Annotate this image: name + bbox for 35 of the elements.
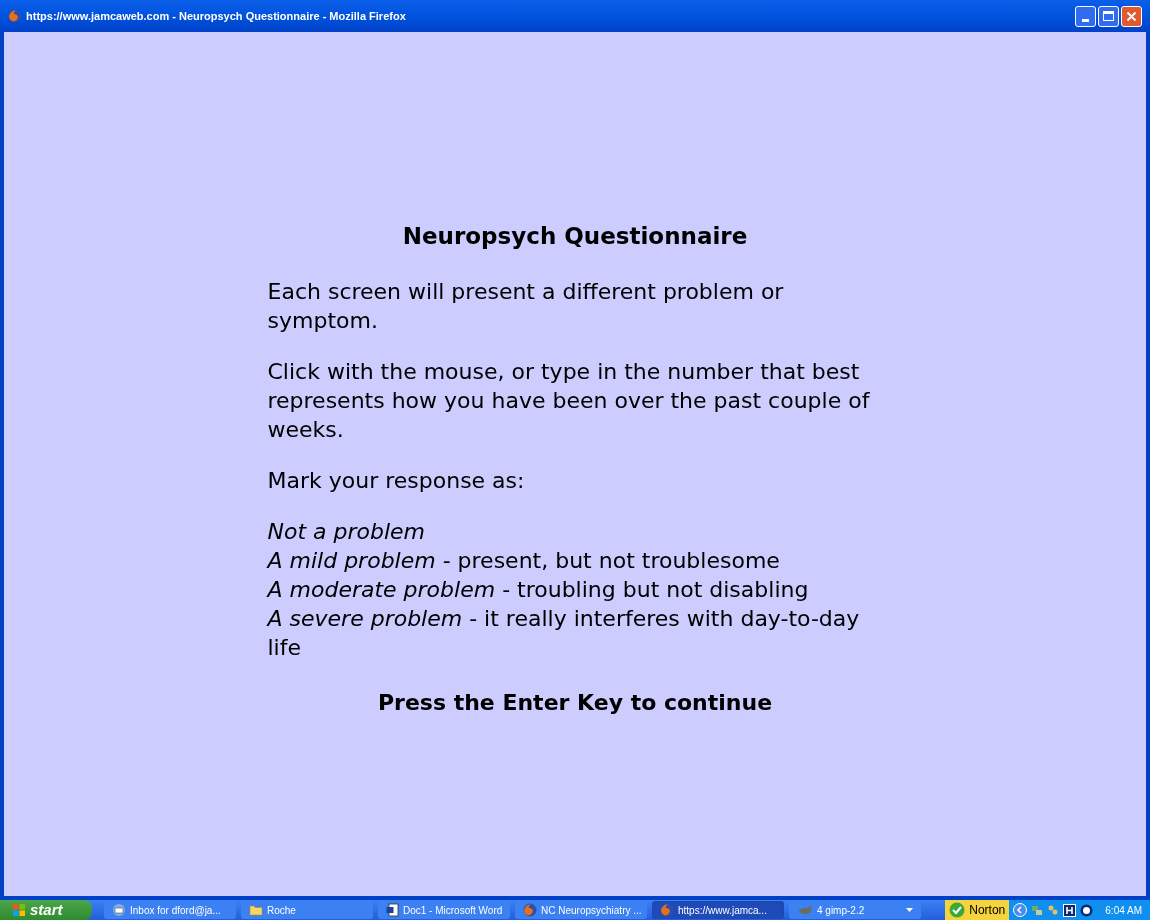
taskbar-button[interactable]: NC Neuropsychiatry ... (515, 901, 647, 919)
instruction-paragraph: Mark your response as: (267, 467, 526, 495)
page-heading: Neuropsych Questionnaire (401, 222, 749, 251)
fox-globe-icon (523, 903, 537, 917)
instruction-paragraph: Each screen will present a different problem or symptom. (267, 278, 785, 335)
close-button[interactable] (1121, 5, 1142, 27)
taskbar-button[interactable]: Roche (241, 901, 373, 919)
document-icon (386, 903, 399, 917)
taskbar-button[interactable]: https://www.jamca... (652, 901, 784, 919)
close-icon (1126, 10, 1137, 22)
fox-globe-icon (8, 9, 22, 23)
response-option: A mild problem - present, but not troublesome (267, 546, 883, 575)
maximize-button[interactable] (1098, 5, 1119, 27)
continue-prompt: Press the Enter Key to continue (376, 689, 774, 717)
circle-icon[interactable] (1080, 903, 1094, 917)
response-option: A severe problem - it really interferes with day-to-day life (267, 604, 883, 662)
taskbar-button[interactable]: 4 gimp-2.2 (789, 901, 921, 919)
start-button[interactable]: start (0, 900, 92, 920)
animal-icon (797, 905, 813, 915)
folder-icon (249, 904, 263, 916)
instruction-paragraph: Click with the mouse, or type in the number that best represents how you have been over the past couple of weeks. (267, 358, 871, 444)
taskbar-button[interactable]: Doc1 - Microsoft Word (378, 901, 510, 919)
norton-badge[interactable]: Norton (945, 900, 1010, 920)
response-option: Not a problem (267, 517, 883, 546)
window-title: https://www.jamcaweb.com - Neuropsych Questionnaire - Mozilla Firefox (26, 8, 406, 24)
clock: 6:04 AM (1105, 903, 1142, 918)
h-square-icon[interactable] (1063, 903, 1077, 917)
taskbar-button[interactable]: Inbox for dford@ja... (104, 901, 236, 919)
envelope-icon (112, 903, 126, 917)
minimize-button[interactable] (1075, 5, 1096, 27)
windows-logo-icon (12, 903, 26, 917)
checkmark-icon (949, 902, 966, 918)
response-option: A moderate problem - troubling but not disabling (267, 575, 883, 604)
chevron-left-icon[interactable] (1013, 903, 1028, 917)
fox-globe-icon (660, 903, 674, 917)
